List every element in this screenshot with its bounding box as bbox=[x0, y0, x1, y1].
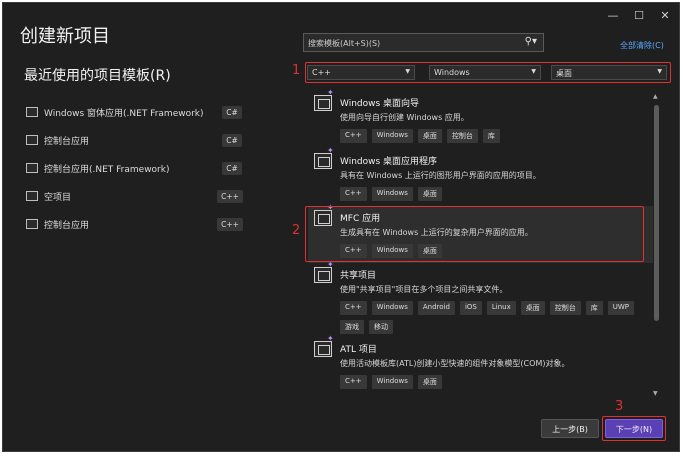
template-item[interactable]: ✦ Windows 桌面向导 使用向导自行创建 Windows 应用。 C++ … bbox=[308, 88, 653, 149]
recent-templates-heading: 最近使用的项目模板(R) bbox=[24, 68, 171, 84]
project-type-filter-value: 桌面 bbox=[556, 69, 572, 78]
maximize-button[interactable]: ☐ bbox=[629, 9, 649, 22]
minimize-button[interactable]: — bbox=[603, 9, 623, 22]
tag: C++ bbox=[340, 375, 367, 389]
marker-1: 1 bbox=[292, 63, 301, 78]
tag: Windows bbox=[371, 187, 413, 201]
template-list-scrollbar[interactable]: ▲ ▼ bbox=[653, 93, 661, 397]
language-filter-dropdown[interactable]: C++ ▼ bbox=[307, 65, 415, 80]
atl-project-icon bbox=[314, 341, 332, 357]
recent-templates-list: Windows 窗体应用(.NET Framework) C# 控制台应用 C#… bbox=[26, 98, 246, 238]
template-description: 使用活动模板库(ATL)创建小型快速的组件对象模型(COM)对象。 bbox=[340, 359, 570, 368]
sparkle-icon: ✦ bbox=[327, 88, 334, 97]
tag: 移动 bbox=[369, 320, 393, 334]
recent-item[interactable]: 控制台应用 C++ bbox=[26, 210, 246, 238]
tag: 控制台 bbox=[446, 129, 478, 143]
recent-item[interactable]: 控制台应用 C# bbox=[26, 126, 246, 154]
template-item[interactable]: ✦ Windows 桌面应用程序 具有在 Windows 上运行的图形用户界面的… bbox=[308, 146, 653, 206]
language-filter-value: C++ bbox=[312, 68, 331, 77]
winforms-icon bbox=[26, 107, 38, 117]
recent-item[interactable]: Windows 窗体应用(.NET Framework) C# bbox=[26, 98, 246, 126]
tag: 桌面 bbox=[520, 301, 545, 315]
next-button[interactable]: 下一步(N) bbox=[605, 419, 663, 438]
clear-all-link[interactable]: 全部清除(C) bbox=[620, 40, 664, 51]
recent-item-label: 空项目 bbox=[44, 192, 72, 203]
scrollbar-thumb[interactable] bbox=[654, 105, 659, 321]
template-tags: C++ Windows Android iOS Linux 桌面 控制台 库 U… bbox=[340, 301, 653, 334]
template-name: 共享项目 bbox=[340, 271, 377, 281]
tag: Linux bbox=[486, 301, 516, 315]
search-placeholder: 搜索模板(Alt+S)(S) bbox=[308, 39, 381, 48]
recent-item[interactable]: 控制台应用(.NET Framework) C# bbox=[26, 154, 246, 182]
sparkle-icon: ✦ bbox=[327, 146, 334, 155]
tag: 库 bbox=[585, 301, 603, 315]
language-badge: C# bbox=[222, 105, 242, 119]
tag: 桌面 bbox=[417, 129, 442, 143]
template-description: 使用"共享项目"项目在多个项目之间共享文件。 bbox=[340, 285, 508, 294]
tag: C++ bbox=[340, 301, 367, 315]
template-name: Windows 桌面应用程序 bbox=[340, 157, 438, 167]
marker-3: 3 bbox=[615, 399, 624, 414]
template-tags: C++ Windows 桌面 控制台 库 bbox=[340, 129, 653, 143]
language-badge: C# bbox=[222, 133, 242, 147]
template-tags: C++ Windows 桌面 bbox=[340, 375, 653, 389]
tag: Android bbox=[417, 301, 455, 315]
project-type-filter-dropdown[interactable]: 桌面 ▼ bbox=[551, 65, 667, 80]
page-title: 创建新项目 bbox=[20, 26, 110, 47]
tag: iOS bbox=[459, 301, 482, 315]
template-name: Windows 桌面向导 bbox=[340, 99, 420, 109]
tag: C++ bbox=[340, 187, 367, 201]
recent-item[interactable]: 空项目 C++ bbox=[26, 182, 246, 210]
search-icon[interactable]: ⚲▾ bbox=[525, 36, 537, 47]
sparkle-icon: ✦ bbox=[327, 334, 334, 343]
template-tags: C++ Windows 桌面 bbox=[340, 187, 653, 201]
tag: Windows bbox=[371, 375, 413, 389]
template-item[interactable]: ✦ ATL 项目 使用活动模板库(ATL)创建小型快速的组件对象模型(COM)对… bbox=[308, 334, 653, 393]
scroll-up-icon[interactable]: ▲ bbox=[653, 93, 658, 100]
tag: 游戏 bbox=[340, 320, 364, 334]
recent-item-label: 控制台应用 bbox=[44, 220, 90, 231]
platform-filter-dropdown[interactable]: Windows ▼ bbox=[429, 65, 541, 80]
search-input[interactable]: 搜索模板(Alt+S)(S) ⚲▾ bbox=[303, 33, 544, 52]
marker-2: 2 bbox=[292, 223, 301, 238]
empty-project-icon bbox=[26, 191, 38, 201]
tag: 控制台 bbox=[549, 301, 581, 315]
template-name: ATL 项目 bbox=[340, 345, 377, 355]
tag: 桌面 bbox=[417, 375, 442, 389]
recent-item-label: 控制台应用(.NET Framework) bbox=[44, 164, 170, 175]
language-badge: C++ bbox=[217, 189, 243, 203]
tag: UWP bbox=[607, 301, 635, 315]
chevron-down-icon: ▼ bbox=[657, 68, 662, 75]
recent-item-label: 控制台应用 bbox=[44, 136, 90, 147]
tag: Windows bbox=[371, 129, 413, 143]
chevron-down-icon: ▼ bbox=[405, 68, 410, 75]
back-button[interactable]: 上一步(B) bbox=[541, 419, 599, 438]
create-project-window: — ☐ ✕ 创建新项目 最近使用的项目模板(R) Windows 窗体应用(.N… bbox=[2, 2, 680, 452]
tag: C++ bbox=[340, 129, 367, 143]
tag: 库 bbox=[482, 129, 500, 143]
recent-item-label: Windows 窗体应用(.NET Framework) bbox=[44, 108, 204, 119]
console-icon bbox=[26, 219, 38, 229]
chevron-down-icon: ▼ bbox=[531, 68, 536, 75]
console-icon bbox=[26, 163, 38, 173]
template-item[interactable]: ✦ 共享项目 使用"共享项目"项目在多个项目之间共享文件。 C++ Window… bbox=[308, 260, 653, 337]
selection-highlight bbox=[305, 206, 644, 262]
language-badge: C# bbox=[222, 161, 242, 175]
shared-project-icon bbox=[314, 267, 332, 283]
wizard-icon bbox=[314, 95, 332, 111]
desktop-app-icon bbox=[314, 153, 332, 169]
console-icon bbox=[26, 135, 38, 145]
template-description: 使用向导自行创建 Windows 应用。 bbox=[340, 113, 469, 122]
close-button[interactable]: ✕ bbox=[655, 9, 675, 22]
template-description: 具有在 Windows 上运行的图形用户界面的应用的项目。 bbox=[340, 171, 541, 180]
scroll-down-icon[interactable]: ▼ bbox=[653, 390, 658, 397]
tag: Windows bbox=[371, 301, 413, 315]
platform-filter-value: Windows bbox=[434, 68, 470, 77]
tag: 桌面 bbox=[417, 187, 442, 201]
language-badge: C++ bbox=[217, 217, 243, 231]
